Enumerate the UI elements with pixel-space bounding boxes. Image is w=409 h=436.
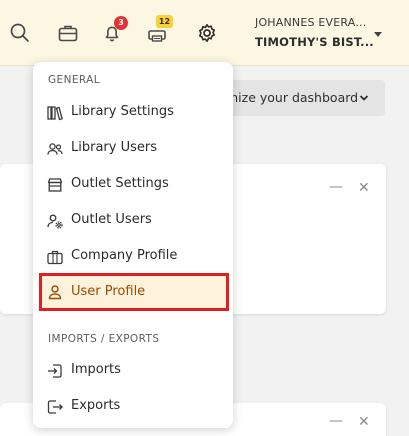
library-icon [46, 104, 64, 122]
briefcase-icon[interactable] [57, 22, 79, 44]
user-icon [46, 283, 64, 301]
search-icon[interactable] [9, 22, 31, 44]
menu-item-library-settings[interactable]: Library Settings [33, 96, 233, 128]
minimize-icon[interactable]: — [329, 179, 343, 195]
menu-item-label: Library Users [71, 140, 157, 155]
menu-item-outlet-settings[interactable]: Outlet Settings [33, 168, 233, 200]
menu-item-label: Outlet Settings [71, 176, 169, 191]
close-icon[interactable]: ✕ [358, 180, 370, 196]
minimize-icon[interactable]: — [329, 413, 343, 429]
section-label-general: GENERAL [48, 74, 100, 86]
import-icon [46, 362, 64, 380]
menu-item-label: User Profile [71, 284, 146, 299]
export-icon [46, 398, 64, 416]
menu-item-label: Exports [71, 398, 121, 413]
customize-dashboard-label: mize your dashboard [226, 90, 359, 105]
menu-item-library-users[interactable]: Library Users [33, 132, 233, 164]
menu-item-label: Library Settings [71, 104, 174, 119]
menu-item-user-profile[interactable]: User Profile [39, 273, 229, 311]
gear-icon[interactable] [196, 22, 218, 44]
chevron-down-icon[interactable] [374, 32, 382, 37]
settings-dropdown-menu: GENERAL Library Settings Library Users O… [33, 62, 233, 428]
user-name[interactable]: JOHANNES EVERA... [255, 16, 366, 29]
printer-count-badge: 12 [156, 15, 173, 28]
menu-item-outlet-users[interactable]: Outlet Users [33, 204, 233, 236]
menu-item-imports[interactable]: Imports [33, 354, 233, 386]
chevron-down-icon [359, 95, 369, 101]
outlet-name[interactable]: TIMOTHY'S BIST... [255, 35, 374, 49]
close-icon[interactable]: ✕ [358, 414, 370, 430]
menu-item-exports[interactable]: Exports [33, 390, 233, 422]
briefcase-icon [46, 248, 64, 266]
users-icon [46, 140, 64, 158]
menu-item-label: Imports [71, 362, 121, 377]
section-label-imports-exports: IMPORTS / EXPORTS [48, 333, 160, 345]
user-gear-icon [46, 212, 64, 230]
menu-item-label: Company Profile [71, 248, 178, 263]
store-icon [46, 176, 64, 194]
notification-count-badge: 3 [114, 16, 128, 30]
menu-item-company-profile[interactable]: Company Profile [33, 240, 233, 272]
top-bar: 3 12 JOHANNES EVERA... TIMOTHY'S BIST... [0, 0, 409, 66]
menu-item-label: Outlet Users [71, 212, 152, 227]
